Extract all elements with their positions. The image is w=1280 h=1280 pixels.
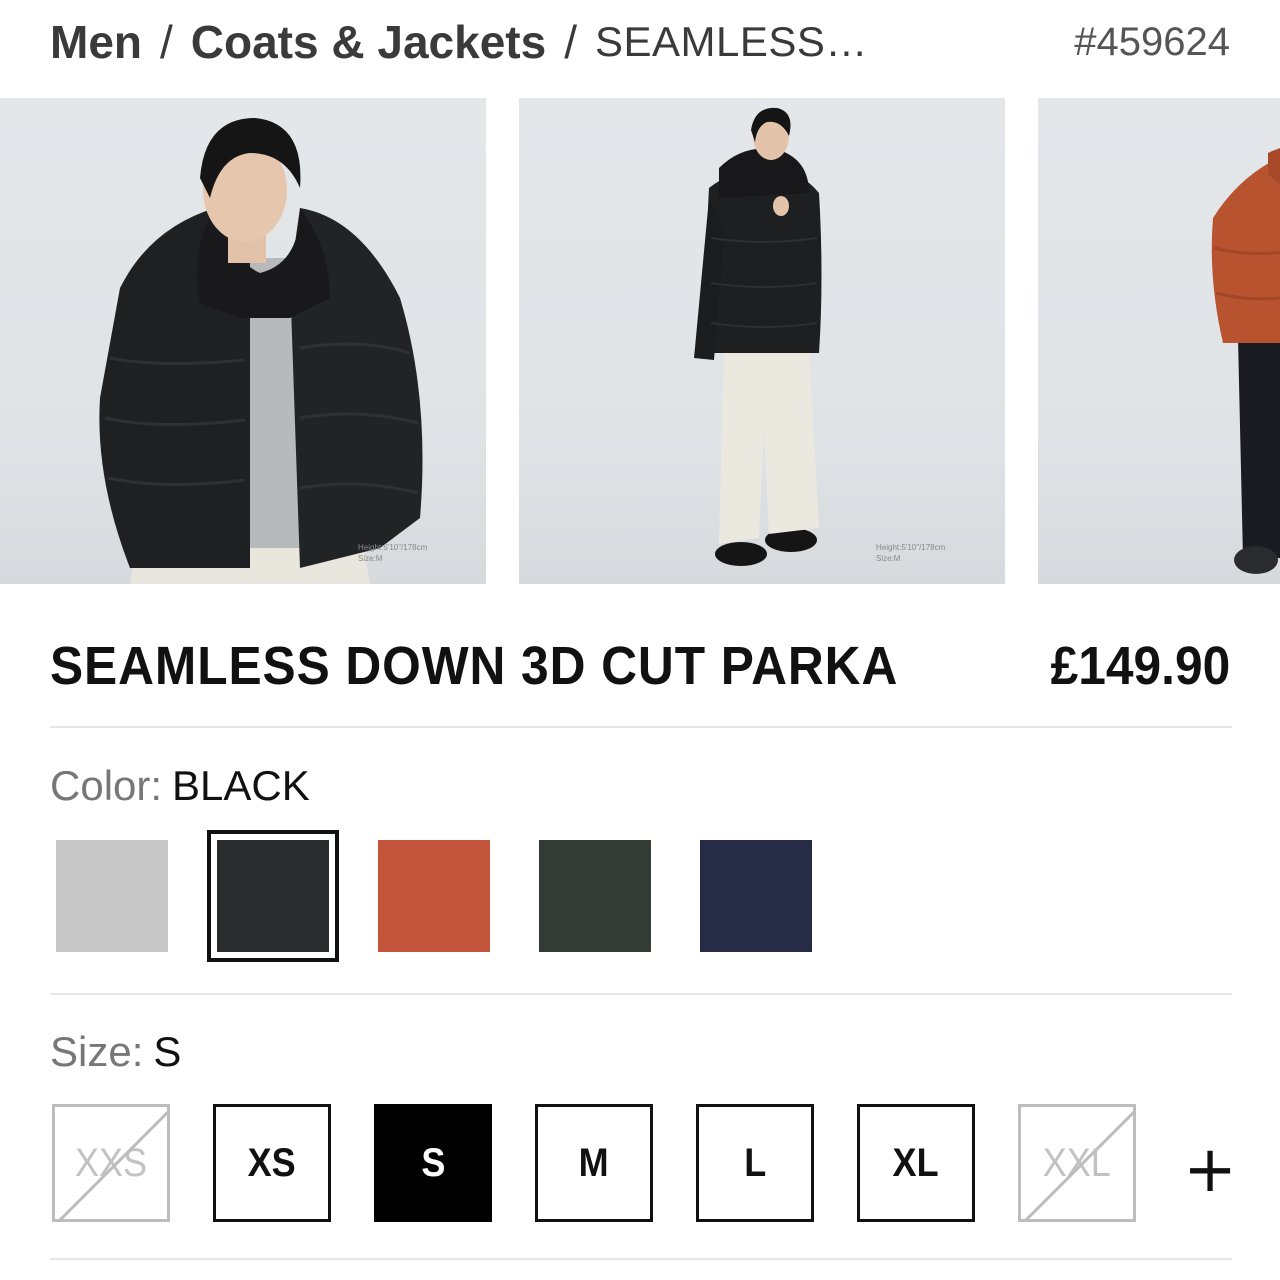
size-label-key: Size: xyxy=(50,1028,144,1075)
model-height-text: Height:5'10"/178cm xyxy=(876,543,946,552)
model-height-text: Height:5'10"/178cm xyxy=(358,543,428,552)
product-id: #459624 xyxy=(1074,19,1230,64)
size-option-xs[interactable]: XS xyxy=(213,1104,331,1222)
model-size-text: Size:M xyxy=(876,554,901,563)
unavailable-strike-icon xyxy=(1024,1110,1133,1219)
breadcrumb-current: SEAMLESS… xyxy=(594,18,868,65)
size-option-m[interactable]: M xyxy=(535,1104,653,1222)
size-option-label: XS xyxy=(247,1140,297,1185)
size-selected-value: S xyxy=(153,1028,182,1075)
model-size-text: Size:M xyxy=(358,554,383,563)
color-label-key: Color: xyxy=(50,762,163,809)
plus-icon[interactable]: + xyxy=(1182,1138,1238,1202)
color-swatch-black[interactable] xyxy=(207,830,339,962)
color-swatch-navy[interactable] xyxy=(700,840,812,952)
size-option-label: M xyxy=(578,1140,609,1185)
size-option-xxl: XXL xyxy=(1018,1104,1136,1222)
product-price: £149.90 xyxy=(1050,636,1230,696)
model-fullbody-illustration xyxy=(694,107,822,566)
size-label: Size: S xyxy=(50,1026,181,1078)
breadcrumb: Men / Coats & Jackets / SEAMLESS… xyxy=(50,14,1030,70)
model-info-caption: Height:5'10"/178cm Size:M xyxy=(876,542,945,564)
size-option-label: XL xyxy=(892,1140,940,1185)
model-info-caption: Height:5'10"/178cm Size:M xyxy=(358,542,427,564)
divider xyxy=(50,726,1232,728)
breadcrumb-separator: / xyxy=(160,16,173,68)
size-option-s[interactable]: S xyxy=(374,1104,492,1222)
color-swatch-light-gray[interactable] xyxy=(56,840,168,952)
size-option-xl[interactable]: XL xyxy=(857,1104,975,1222)
divider xyxy=(50,1258,1232,1260)
image-gallery[interactable]: Height:5'10"/178cm Size:M Height:5'10"/1… xyxy=(0,98,1280,584)
product-photo-3[interactable] xyxy=(1038,98,1280,584)
unavailable-strike-icon xyxy=(58,1110,167,1219)
size-option-l[interactable]: L xyxy=(696,1104,814,1222)
size-option-label: L xyxy=(744,1140,766,1185)
color-selected-value: BLACK xyxy=(172,762,310,809)
color-swatch-orange[interactable] xyxy=(378,840,490,952)
breadcrumb-men-link[interactable]: Men xyxy=(50,15,142,69)
breadcrumb-separator: / xyxy=(564,16,577,68)
breadcrumb-coats-link[interactable]: Coats & Jackets xyxy=(191,15,546,69)
model-orange-parka-illustration xyxy=(1211,148,1280,574)
product-title: SEAMLESS DOWN 3D CUT PARKA xyxy=(50,636,899,696)
color-label: Color: BLACK xyxy=(50,760,310,812)
product-photo-2[interactable]: Height:5'10"/178cm Size:M xyxy=(519,98,1005,584)
size-option-label: S xyxy=(420,1140,446,1185)
model-closeup-illustration xyxy=(99,118,423,584)
size-option-xxs: XXS xyxy=(52,1104,170,1222)
divider xyxy=(50,993,1232,995)
product-photo-1[interactable]: Height:5'10"/178cm Size:M xyxy=(0,98,486,584)
color-swatch-dark-green[interactable] xyxy=(539,840,651,952)
